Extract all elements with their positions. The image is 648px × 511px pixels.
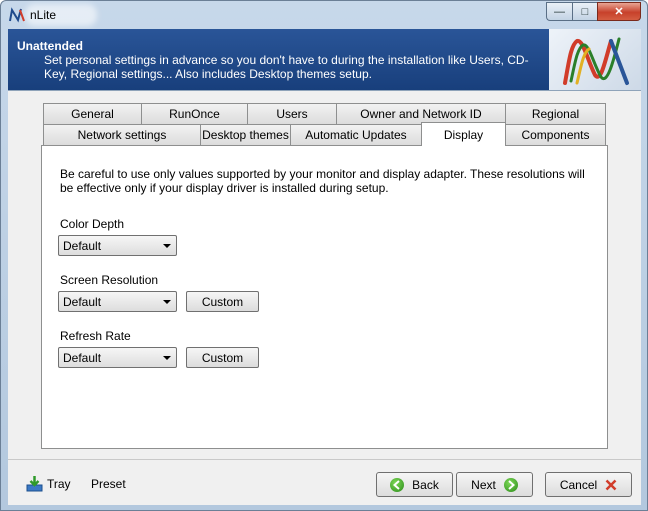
color-depth-label: Color Depth [60,217,125,231]
tab-automatic-updates[interactable]: Automatic Updates [290,124,422,145]
content-area: General RunOnce Users Owner and Network … [8,90,641,459]
refresh-rate-custom-button[interactable]: Custom [186,347,259,368]
tab-general[interactable]: General [43,103,142,124]
cancel-button[interactable]: Cancel [545,472,632,497]
tab-desktop-themes[interactable]: Desktop themes [200,124,291,145]
footer-bar: Tray Preset Back Next Cancel [8,459,641,505]
app-window: nLite — □ ✕ Unattended Set personal sett… [0,0,648,511]
refresh-rate-value: Default [63,351,102,365]
color-depth-select[interactable]: Default [58,235,177,256]
back-arrow-icon [390,477,405,492]
next-label: Next [471,477,496,492]
tab-label: RunOnce [169,107,220,121]
window-controls: — □ ✕ [546,2,641,21]
next-arrow-icon [503,477,518,492]
next-button[interactable]: Next [456,472,533,497]
back-label: Back [412,477,439,492]
tab-label: Regional [531,107,580,121]
screen-resolution-select[interactable]: Default [58,291,177,312]
tab-display[interactable]: Display [421,122,506,146]
tab-runonce[interactable]: RunOnce [141,103,248,124]
maximize-icon: □ [581,5,589,18]
close-button[interactable]: ✕ [597,2,641,21]
tab-regional[interactable]: Regional [505,103,606,124]
tab-network-settings[interactable]: Network settings [43,124,201,145]
chevron-down-icon [163,300,171,304]
tab-label: Owner and Network ID [360,107,482,121]
window-title: nLite [30,8,57,22]
refresh-rate-label: Refresh Rate [60,329,131,343]
preset-button[interactable]: Preset [91,477,126,491]
tab-label: Components [521,128,590,142]
display-warning-note: Be careful to use only values supported … [60,167,585,195]
tab-owner-network-id[interactable]: Owner and Network ID [336,103,506,124]
tab-label: Users [276,107,308,121]
tab-label: General [71,107,114,121]
color-depth-value: Default [63,239,102,253]
nlite-logo-icon [9,7,25,23]
button-label: Custom [201,294,244,309]
chevron-down-icon [163,356,171,360]
tab-label: Display [443,127,484,142]
tab-label: Desktop themes [202,128,289,142]
nlite-banner-logo-icon [563,37,629,85]
back-button[interactable]: Back [376,472,453,497]
button-label: Custom [201,350,244,365]
page-description: Set personal settings in advance so you … [44,53,529,81]
tray-label: Tray [47,476,71,491]
page-title: Unattended [17,39,83,53]
title-bar[interactable]: nLite — □ ✕ [1,1,647,29]
header-logo [549,29,641,90]
screen-resolution-value: Default [63,295,102,309]
tab-label: Network settings [77,128,167,142]
cancel-x-icon [605,479,617,490]
chevron-down-icon [163,244,171,248]
close-icon: ✕ [614,6,624,18]
tray-download-icon [26,476,43,492]
tab-components[interactable]: Components [505,124,606,145]
screen-resolution-custom-button[interactable]: Custom [186,291,259,312]
tab-label: Automatic Updates [305,128,407,142]
minimize-icon: — [554,5,565,18]
tray-button[interactable]: Tray [26,475,71,492]
page-header: Unattended Set personal settings in adva… [8,29,641,90]
screen-resolution-label: Screen Resolution [60,273,159,287]
preset-label: Preset [91,477,126,491]
display-tab-page: Be careful to use only values supported … [41,145,608,449]
maximize-button[interactable]: □ [572,2,597,21]
minimize-button[interactable]: — [546,2,572,21]
tab-users[interactable]: Users [247,103,337,124]
refresh-rate-select[interactable]: Default [58,347,177,368]
cancel-label: Cancel [559,477,598,492]
